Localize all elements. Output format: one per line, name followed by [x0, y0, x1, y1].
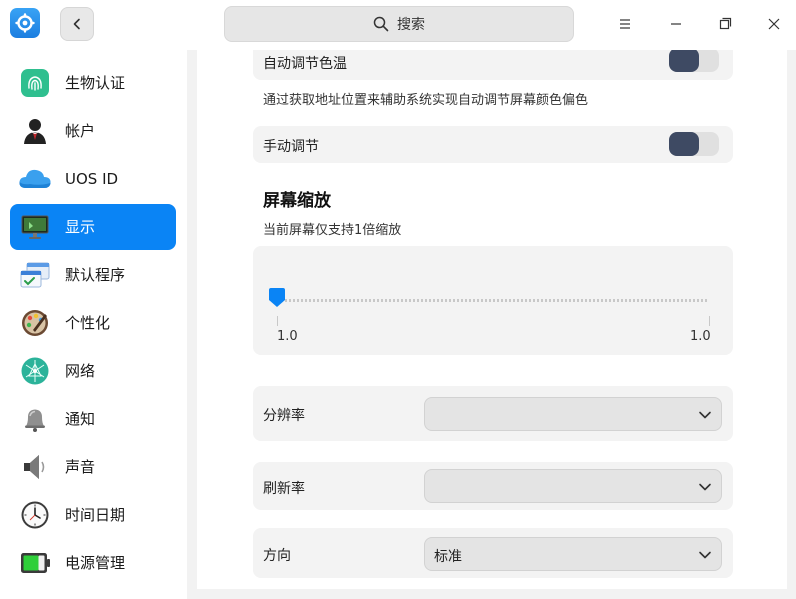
- sidebar-item-uos-id[interactable]: UOS ID: [10, 156, 176, 202]
- network-icon: [18, 354, 52, 388]
- auto-color-temp-row: 自动调节色温: [253, 50, 733, 80]
- sidebar-item-default-apps[interactable]: 默认程序: [10, 252, 176, 298]
- display-settings-panel: 自动调节色温 通过获取地址位置来辅助系统实现自动调节屏幕颜色偏色 手动调节 屏幕…: [197, 50, 787, 589]
- menu-button[interactable]: [611, 10, 639, 38]
- sidebar-item-power[interactable]: 电源管理: [10, 540, 176, 586]
- close-button[interactable]: [760, 10, 788, 38]
- auto-color-temp-label: 自动调节色温: [263, 56, 347, 72]
- maximize-icon: [719, 17, 732, 30]
- sidebar-item-label: 生物认证: [65, 74, 126, 92]
- toggle-knob: [669, 132, 699, 156]
- sidebar-item-personalization[interactable]: 个性化: [10, 300, 176, 346]
- cloud-icon: [18, 162, 52, 196]
- sidebar-item-label: 默认程序: [65, 266, 126, 284]
- chevron-left-icon: [73, 18, 80, 30]
- manual-adjust-toggle[interactable]: [669, 132, 719, 156]
- resolution-label: 分辨率: [263, 408, 305, 424]
- refresh-rate-select[interactable]: [424, 469, 722, 503]
- orientation-select[interactable]: 标准: [424, 537, 722, 571]
- toggle-knob: [669, 50, 699, 72]
- default-apps-icon: [18, 258, 52, 292]
- resolution-row: 分辨率: [253, 386, 733, 441]
- sidebar-item-label: 电源管理: [65, 554, 126, 572]
- scaling-slider-handle[interactable]: [267, 287, 287, 311]
- minimize-icon: [671, 23, 681, 25]
- palette-icon: [18, 306, 52, 340]
- bell-icon: [18, 402, 52, 436]
- search-input[interactable]: 搜索: [224, 6, 574, 42]
- screen-scaling-description: 当前屏幕仅支持1倍缩放: [263, 223, 402, 238]
- sidebar-item-account[interactable]: 帐户: [10, 108, 176, 154]
- sidebar-item-network[interactable]: 网络: [10, 348, 176, 394]
- chevron-down-icon: [699, 551, 711, 559]
- slider-tick: [277, 316, 278, 326]
- auto-color-temp-description: 通过获取地址位置来辅助系统实现自动调节屏幕颜色偏色: [263, 93, 589, 108]
- scaling-slider-card: 1.0 1.0: [253, 246, 733, 355]
- hamburger-menu-icon: [620, 19, 630, 29]
- slider-max-label: 1.0: [690, 329, 711, 344]
- orientation-value: 标准: [434, 549, 462, 565]
- orientation-label: 方向: [263, 548, 291, 564]
- control-center-logo-icon: [10, 8, 40, 38]
- manual-adjust-row: 手动调节: [253, 126, 733, 163]
- battery-icon: [18, 546, 52, 580]
- manual-adjust-label: 手动调节: [263, 139, 319, 155]
- sidebar-item-notifications[interactable]: 通知: [10, 396, 176, 442]
- sidebar-item-label: 时间日期: [65, 506, 126, 524]
- auto-color-temp-toggle[interactable]: [669, 50, 719, 72]
- sidebar: 生物认证 帐户 UOS ID 显示 默认程序 个性化 网络 通知 声音 时间日期…: [0, 50, 187, 599]
- screen-scaling-title: 屏幕缩放: [263, 191, 331, 211]
- account-icon: [18, 114, 52, 148]
- scaling-slider-track[interactable]: [277, 299, 709, 302]
- chevron-down-icon: [699, 483, 711, 491]
- sidebar-item-display[interactable]: 显示: [10, 204, 176, 250]
- orientation-row: 方向 标准: [253, 528, 733, 578]
- refresh-rate-row: 刷新率: [253, 462, 733, 510]
- search-placeholder: 搜索: [397, 17, 425, 33]
- fingerprint-icon: [18, 66, 52, 100]
- sidebar-item-biometric[interactable]: 生物认证: [10, 60, 176, 106]
- refresh-rate-label: 刷新率: [263, 481, 305, 497]
- title-bar: 搜索: [0, 0, 796, 50]
- display-icon: [18, 210, 52, 244]
- sidebar-item-label: 声音: [65, 458, 96, 476]
- clock-icon: [18, 498, 52, 532]
- sidebar-item-label: UOS ID: [65, 170, 119, 188]
- search-icon: [373, 16, 389, 32]
- slider-tick: [709, 316, 710, 326]
- sidebar-item-label: 显示: [65, 218, 96, 236]
- sidebar-item-label: 个性化: [65, 314, 111, 332]
- back-button[interactable]: [60, 7, 94, 41]
- sidebar-item-sound[interactable]: 声音: [10, 444, 176, 490]
- slider-min-label: 1.0: [277, 329, 298, 344]
- maximize-button[interactable]: [711, 10, 739, 38]
- close-icon: [768, 18, 780, 30]
- chevron-down-icon: [699, 411, 711, 419]
- sidebar-item-label: 通知: [65, 410, 96, 428]
- sidebar-item-datetime[interactable]: 时间日期: [10, 492, 176, 538]
- sidebar-item-label: 网络: [65, 362, 96, 380]
- minimize-button[interactable]: [662, 10, 690, 38]
- sidebar-item-label: 帐户: [65, 122, 96, 140]
- speaker-icon: [18, 450, 52, 484]
- resolution-select[interactable]: [424, 397, 722, 431]
